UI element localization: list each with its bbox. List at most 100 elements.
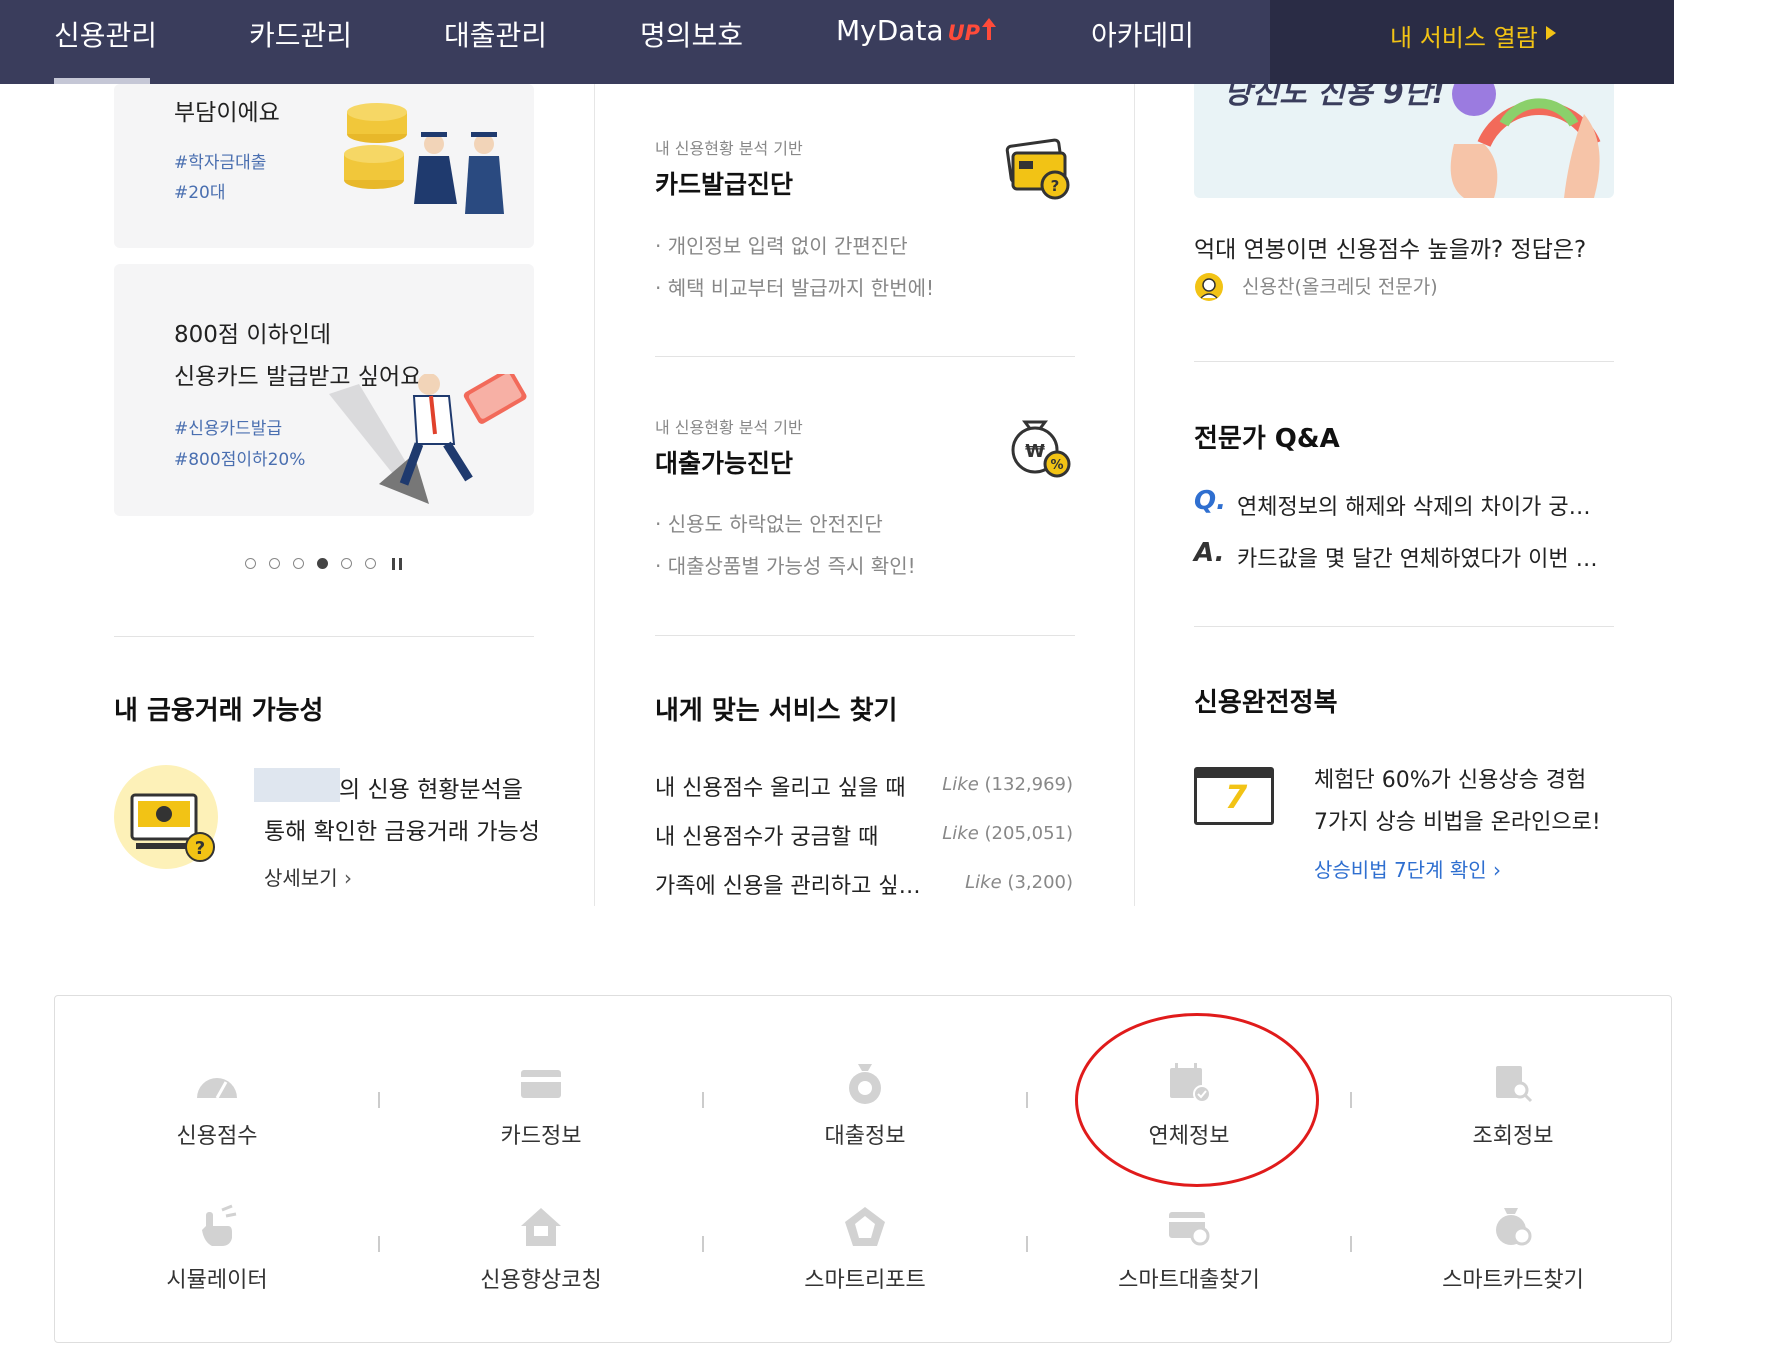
- menu-separator: [1026, 1236, 1028, 1252]
- bullet-text: 신용도 하락없는 안전진단: [667, 512, 883, 536]
- chevron-right-icon: ›: [1493, 858, 1501, 882]
- menu-label: 스마트카드찾기: [1442, 1268, 1584, 1293]
- carousel-dot[interactable]: [341, 558, 352, 569]
- nav-credit-management[interactable]: 신용관리: [54, 14, 157, 54]
- promo-tag[interactable]: #학자금대출: [174, 148, 266, 173]
- pentagon-badge-icon: [845, 1207, 885, 1246]
- menu-separator: [702, 1236, 704, 1252]
- up-arrow-icon: [982, 18, 997, 40]
- carousel-dot[interactable]: [293, 558, 304, 569]
- touch-icon: [202, 1204, 237, 1246]
- loan-diagnosis-subtitle: 내 신용현황 분석 기반: [655, 418, 803, 437]
- section-divider: [655, 356, 1075, 357]
- coins-graduates-illustration: [344, 103, 504, 214]
- promo-card-line1: 800점 이하인데: [174, 322, 332, 348]
- menu-loan-info[interactable]: 대출정보: [765, 1058, 965, 1150]
- loan-diagnosis-bullet: · 대출상품별 가능성 즉시 확인!: [655, 554, 916, 578]
- section-divider: [1194, 361, 1614, 362]
- qa-question[interactable]: 연체정보의 해제와 삭제의 차이가 궁…: [1237, 489, 1591, 521]
- menu-card-info[interactable]: 카드정보: [441, 1058, 641, 1150]
- masked-username: [254, 768, 340, 802]
- svg-text:₩: ₩: [1025, 441, 1045, 462]
- house-up-icon: [521, 1208, 561, 1246]
- nav-card-management[interactable]: 카드관리: [249, 14, 352, 54]
- carousel-dot-active[interactable]: [317, 558, 328, 569]
- calendar-header: [1197, 770, 1271, 778]
- my-services-label: 내 서비스 열람: [1390, 24, 1538, 52]
- menu-smart-card-finder[interactable]: 스마트카드찾기: [1413, 1202, 1613, 1294]
- like-number: (205,051): [984, 823, 1073, 844]
- menu-label: 카드정보: [500, 1124, 582, 1149]
- chevron-right-icon: ›: [343, 866, 352, 890]
- loan-diagnosis-bullet: · 신용도 하락없는 안전진단: [655, 512, 883, 536]
- qa-answer[interactable]: 카드값을 몇 달간 연체하였다가 이번 …: [1237, 541, 1598, 573]
- menu-credit-score[interactable]: 신용점수: [117, 1058, 317, 1150]
- pause-icon[interactable]: [390, 557, 404, 571]
- menu-inquiry-info[interactable]: 조회정보: [1413, 1058, 1613, 1150]
- nav-identity-protection[interactable]: 명의보호: [640, 14, 743, 54]
- svg-text:?: ?: [1051, 177, 1060, 195]
- possibility-desc-2: 통해 확인한 금융거래 가능성: [264, 819, 540, 845]
- highlight-circle: [1075, 1013, 1319, 1187]
- section-divider: [1194, 626, 1614, 627]
- banner-text: 당신도 신용 9단!: [1224, 84, 1446, 111]
- mastery-link[interactable]: 상승비법 7단계 확인 ›: [1314, 854, 1501, 883]
- card-diagnosis-bullet: · 혜택 비교부터 발급까지 한번에!: [655, 276, 935, 300]
- promo-card-student-loan[interactable]: 부담이에요 #학자금대출 #20대: [114, 84, 534, 248]
- service-link[interactable]: 가족에 신용을 관리하고 싶…: [655, 868, 921, 900]
- menu-simulator[interactable]: 시뮬레이터: [117, 1202, 317, 1294]
- carousel-dot[interactable]: [245, 558, 256, 569]
- like-count: Like (205,051): [923, 823, 1073, 844]
- card-diagnosis-title[interactable]: 카드발급진단: [655, 165, 793, 201]
- nav-mydata[interactable]: MyData UP: [836, 14, 998, 47]
- svg-text:%: %: [1050, 458, 1063, 473]
- gauge-icon: [197, 1078, 237, 1099]
- expert-qa-title: 전문가 Q&A: [1194, 424, 1340, 454]
- promo-tag[interactable]: #800점이하20%: [174, 445, 305, 470]
- money-bag-icon: [849, 1064, 881, 1104]
- loan-diagnosis-icon: ₩ %: [1011, 420, 1071, 478]
- menu-separator: [1026, 1092, 1028, 1108]
- card-search-icon: [1169, 1212, 1210, 1246]
- card-diagnosis-subtitle: 내 신용현황 분석 기반: [655, 139, 803, 158]
- service-link[interactable]: 내 신용점수가 궁금할 때: [655, 819, 878, 851]
- detail-link[interactable]: 상세보기 ›: [264, 862, 352, 891]
- menu-smart-loan-finder[interactable]: 스마트대출찾기: [1089, 1202, 1289, 1294]
- promo-tag[interactable]: #신용카드발급: [174, 414, 282, 439]
- menu-credit-coaching[interactable]: 신용향상코칭: [441, 1202, 641, 1294]
- my-services-button[interactable]: 내 서비스 열람: [1270, 0, 1674, 84]
- service-link[interactable]: 내 신용점수 올리고 싶을 때: [655, 770, 906, 802]
- menu-label: 신용점수: [176, 1124, 258, 1149]
- carousel-dot[interactable]: [269, 558, 280, 569]
- menu-label: 신용향상코칭: [480, 1268, 602, 1293]
- like-number: (132,969): [984, 774, 1073, 795]
- carousel-dot[interactable]: [365, 558, 376, 569]
- loan-diagnosis-title[interactable]: 대출가능진단: [655, 444, 793, 480]
- promo-card-text: 부담이에요: [174, 100, 280, 126]
- menu-separator: [378, 1236, 380, 1252]
- nav-loan-management[interactable]: 대출관리: [444, 14, 547, 54]
- credit-mastery-title: 신용완전정복: [1194, 688, 1338, 718]
- bullet-text: 대출상품별 가능성 즉시 확인!: [667, 554, 916, 578]
- like-count: Like (132,969): [923, 774, 1073, 795]
- section-divider: [655, 635, 1075, 636]
- menu-label: 스마트리포트: [804, 1268, 926, 1293]
- card-diagnosis-bullet: · 개인정보 입력 없이 간편진단: [655, 234, 908, 258]
- like-count: Like (3,200): [923, 872, 1073, 893]
- like-number: (3,200): [1007, 872, 1073, 893]
- bullet-text: 혜택 비교부터 발급까지 한번에!: [667, 276, 935, 300]
- promo-tag[interactable]: #20대: [174, 178, 226, 203]
- calendar-number: 7: [1225, 778, 1248, 816]
- calendar-seven-icon: 7: [1194, 767, 1274, 825]
- like-word: Like: [942, 774, 979, 795]
- nav-academy[interactable]: 아카데미: [1091, 14, 1194, 54]
- card-icon: [521, 1070, 561, 1098]
- mastery-line-2: 7가지 상승 비법을 온라인으로!: [1314, 810, 1601, 835]
- promo-card-credit-card[interactable]: 800점 이하인데 신용카드 발급받고 싶어요 #신용카드발급 #800점이하2…: [114, 264, 534, 516]
- coin-search-icon: [1496, 1208, 1532, 1246]
- answer-mark-label: A.: [1194, 538, 1225, 568]
- credit-banner[interactable]: 당신도 신용 9단!: [1194, 84, 1614, 198]
- like-word: Like: [965, 872, 1002, 893]
- menu-smart-report[interactable]: 스마트리포트: [765, 1202, 965, 1294]
- article-title[interactable]: 억대 연봉이면 신용점수 높을까? 정답은?: [1194, 230, 1586, 264]
